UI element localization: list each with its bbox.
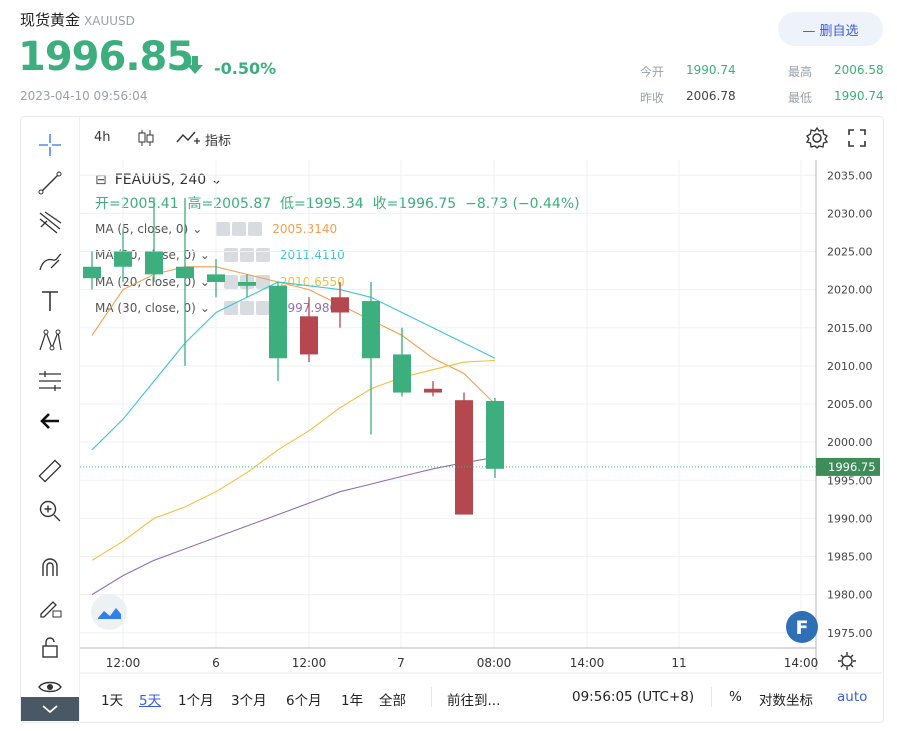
x-tick-label: 11	[671, 656, 686, 670]
candle-body	[455, 400, 473, 515]
x-tick-label: 08:00	[477, 656, 512, 670]
brand-f-icon: F	[796, 617, 809, 639]
y-tick-label: 2025.00	[827, 246, 873, 259]
x-tick-label: 7	[397, 656, 405, 670]
candle-body	[176, 266, 194, 279]
candle-body	[207, 274, 225, 282]
price-chart[interactable]: 2035.00 2030.00 2025.00 2020.00 2015.00 2010.…	[0, 0, 897, 731]
y-tick-label: 2005.00	[827, 398, 873, 411]
candle-body	[486, 400, 504, 469]
y-tick-label: 2035.00	[827, 169, 873, 182]
candle-body	[114, 251, 132, 267]
tradingview-logo-icon	[91, 594, 127, 630]
candle-body	[331, 297, 349, 313]
y-tick-label: 1985.00	[827, 551, 873, 564]
axis-settings-icon	[841, 655, 853, 667]
x-tick-label: 14:00	[570, 656, 605, 670]
y-tick-label: 1980.00	[827, 589, 873, 602]
x-tick-label: 6	[212, 656, 220, 670]
candle-body	[145, 251, 163, 275]
axis-settings-icon	[838, 652, 856, 670]
y-tick-label: 2000.00	[827, 436, 873, 449]
candle-body	[424, 388, 442, 393]
ma-line	[91, 456, 496, 596]
y-tick-label: 2020.00	[827, 284, 873, 297]
candle-body	[393, 354, 411, 393]
x-tick-label: 12:00	[106, 656, 141, 670]
y-tick-label: 2015.00	[827, 322, 873, 335]
x-tick-label: 14:00	[784, 656, 819, 670]
y-tick-label: 1995.00	[827, 474, 873, 487]
candle-body	[238, 282, 256, 286]
candle-body	[83, 266, 101, 279]
candle-body	[300, 316, 318, 355]
y-tick-label: 1975.00	[827, 627, 873, 640]
candle-body	[269, 285, 287, 359]
y-tick-label: 2030.00	[827, 207, 873, 220]
y-tick-label: 1990.00	[827, 512, 873, 525]
candle-body	[362, 301, 380, 359]
y-tick-label: 2010.00	[827, 360, 873, 373]
last-price-label: 1996.75	[828, 460, 876, 474]
x-tick-label: 12:00	[292, 656, 327, 670]
